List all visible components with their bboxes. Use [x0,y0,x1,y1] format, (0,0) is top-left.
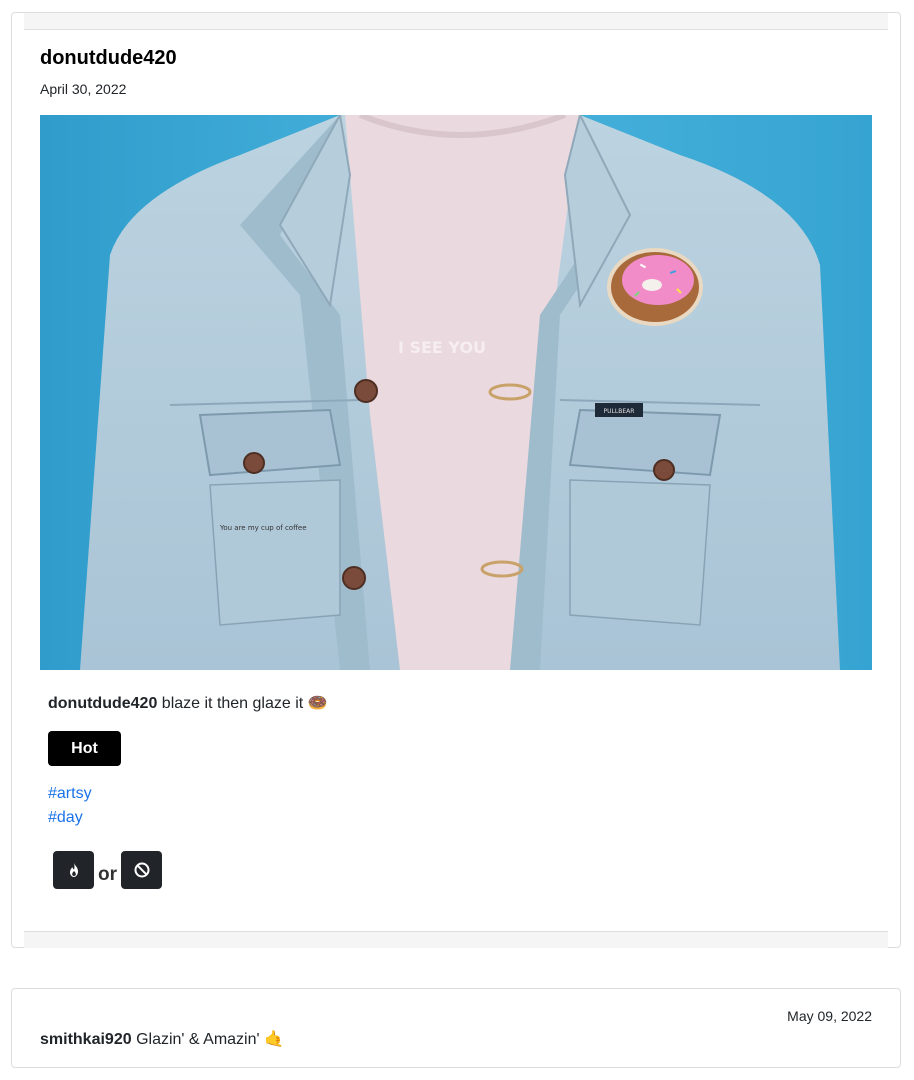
post-caption: donutdude420 blaze it then glaze it 🍩 [48,693,328,713]
post-image[interactable]: I SEE YOU PULLBEAR You are my cup of cof… [40,115,872,670]
card-footer-strip [24,931,888,948]
comment-text: Glazin' & Amazin' 🤙 [136,1031,284,1048]
ban-icon [134,862,149,878]
jacket-label: PULLBEAR [604,408,635,415]
jacket-scribble: You are my cup of coffee [219,524,307,532]
comment-card: May 09, 2022 smithkai920 Glazin' & Amazi… [11,988,901,1068]
tag-artsy[interactable]: #artsy [48,785,92,803]
hot-badge: Hot [48,731,121,766]
caption-text: blaze it then glaze it 🍩 [161,695,328,712]
flame-icon [69,863,78,877]
vote-or-label: or [98,864,117,885]
card-header-strip [24,13,888,30]
post-card: donutdude420 April 30, 2022 I SEE YOU PU… [11,12,901,948]
post-author[interactable]: donutdude420 [40,47,177,70]
comment-body: smithkai920 Glazin' & Amazin' 🤙 [40,1029,284,1049]
vote-hot-button[interactable] [53,851,94,889]
comment-username[interactable]: smithkai920 [40,1031,132,1048]
tag-day[interactable]: #day [48,809,83,827]
comment-date: May 09, 2022 [787,1008,872,1024]
shirt-print: I SEE YOU [398,338,486,357]
vote-not-button[interactable] [121,851,162,889]
post-date: April 30, 2022 [40,81,127,97]
caption-username[interactable]: donutdude420 [48,695,157,712]
